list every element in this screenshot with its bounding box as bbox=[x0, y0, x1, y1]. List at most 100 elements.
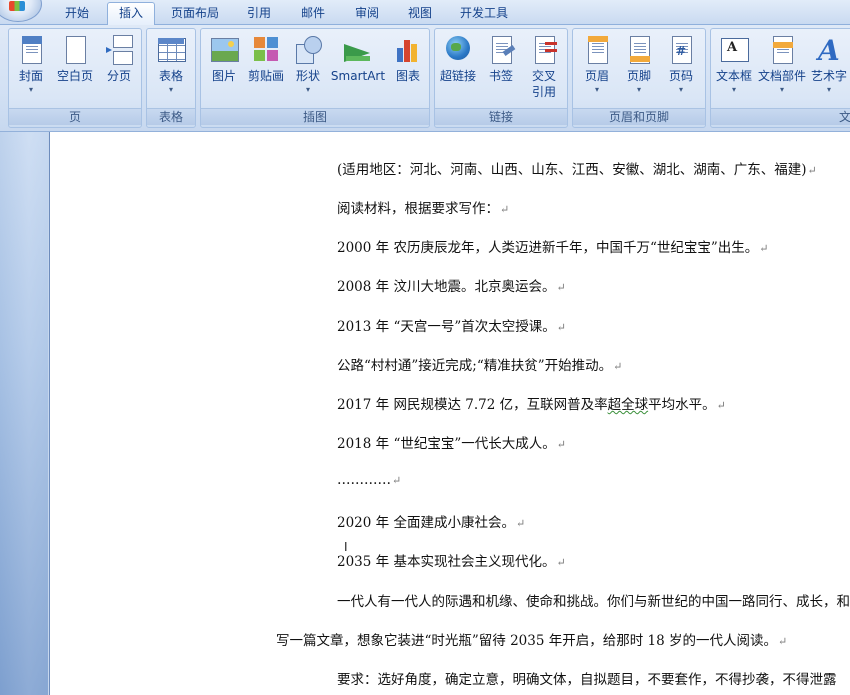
quick-parts-button[interactable]: 文档部件 ▾ bbox=[757, 31, 807, 109]
document-line: 阅读材料，根据要求写作：↵ bbox=[337, 201, 510, 217]
paragraph-mark-icon: ↵ bbox=[759, 242, 769, 255]
chevron-down-icon: ▾ bbox=[28, 85, 33, 94]
cover-page-icon bbox=[15, 34, 47, 66]
ribbon-tab-bar: 开始 插入 页面布局 引用 邮件 审阅 视图 开发工具 bbox=[0, 0, 850, 26]
bookmark-label: 书签 bbox=[488, 69, 513, 83]
ribbon: 封面 ▾ 空白页 分页 页 表格 ▾ 表格 图片 剪贴画 形状 ▾ SmartA… bbox=[0, 25, 850, 132]
tab-mailings[interactable]: 邮件 bbox=[290, 3, 336, 24]
picture-label: 图片 bbox=[211, 69, 236, 83]
text-box-label: 文本框 bbox=[715, 69, 752, 83]
hyperlink-label: 超链接 bbox=[439, 69, 476, 83]
tab-developer[interactable]: 开发工具 bbox=[450, 3, 518, 24]
tab-review[interactable]: 审阅 bbox=[344, 3, 390, 24]
chart-icon bbox=[392, 34, 424, 66]
paragraph-mark-icon: ↵ bbox=[556, 438, 566, 451]
paragraph-mark-icon: ↵ bbox=[556, 321, 566, 334]
paragraph-mark-icon: ↵ bbox=[500, 203, 510, 216]
smartart-label: SmartArt bbox=[330, 69, 386, 83]
document-line: 写一篇文章，想象它装进“时光瓶”留待 2035 年开启，给那时 18 岁的一代人… bbox=[276, 633, 788, 649]
document-line: 2000 年 农历庚辰龙年，人类迈进新千年，中国千万“世纪宝宝”出生。↵ bbox=[337, 240, 769, 256]
document-line: 2020 年 全面建成小康社会。↵ bbox=[337, 515, 526, 531]
blank-page-icon bbox=[59, 34, 91, 66]
document-page[interactable]: (适用地区：河北、河南、山西、山东、江西、安徽、湖北、湖南、广东、福建)↵ 阅读… bbox=[49, 132, 850, 695]
page-number-icon: # bbox=[665, 34, 697, 66]
page-break-icon bbox=[103, 34, 135, 66]
blank-page-label: 空白页 bbox=[56, 69, 93, 83]
cross-reference-button[interactable]: 交叉 引用 bbox=[523, 31, 565, 109]
page-break-button[interactable]: 分页 bbox=[99, 31, 139, 109]
paragraph-mark-icon: ↵ bbox=[392, 474, 402, 487]
paragraph-mark-icon: ↵ bbox=[807, 164, 817, 177]
page-number-label: 页码 bbox=[668, 69, 693, 83]
wordart-button[interactable]: A 艺术字 ▾ bbox=[809, 31, 849, 109]
document-line: 要求：选好角度，确定立意，明确文体，自拟题目，不要套作，不得抄袭，不得泄露 bbox=[337, 672, 837, 688]
office-logo-icon bbox=[9, 1, 25, 11]
smartart-icon bbox=[342, 34, 374, 66]
bookmark-button[interactable]: 书签 bbox=[481, 31, 521, 109]
table-icon bbox=[155, 34, 187, 66]
cover-page-label: 封面 bbox=[18, 69, 43, 83]
chart-button[interactable]: 图表 bbox=[389, 31, 427, 109]
chevron-down-icon: ▾ bbox=[594, 85, 599, 94]
paragraph-mark-icon: ↵ bbox=[716, 399, 726, 412]
group-label-links: 链接 bbox=[435, 108, 567, 125]
table-button[interactable]: 表格 ▾ bbox=[151, 31, 191, 109]
office-button[interactable] bbox=[0, 0, 42, 22]
clip-art-button[interactable]: 剪贴画 bbox=[245, 31, 287, 109]
text-cursor-icon: I bbox=[344, 540, 348, 554]
footer-label: 页脚 bbox=[626, 69, 651, 83]
text-box-button[interactable]: A 文本框 ▾ bbox=[713, 31, 755, 109]
footer-button[interactable]: 页脚 ▾ bbox=[619, 31, 659, 109]
ribbon-group-header-footer: 页眉 ▾ 页脚 ▾ # 页码 ▾ 页眉和页脚 bbox=[572, 28, 706, 128]
left-margin-pane bbox=[0, 132, 48, 695]
group-label-text: 文 bbox=[711, 108, 850, 125]
document-line: …………↵ bbox=[337, 472, 402, 488]
globe-icon bbox=[442, 34, 474, 66]
chevron-down-icon: ▾ bbox=[168, 85, 173, 94]
group-label-header-footer: 页眉和页脚 bbox=[573, 108, 705, 125]
document-line: 2013 年 “天宫一号”首次太空授课。↵ bbox=[337, 319, 566, 335]
tab-home[interactable]: 开始 bbox=[52, 3, 102, 24]
chevron-down-icon: ▾ bbox=[779, 85, 784, 94]
document-line: 2018 年 “世纪宝宝”一代长大成人。↵ bbox=[337, 436, 566, 452]
chevron-down-icon: ▾ bbox=[731, 85, 736, 94]
tab-insert[interactable]: 插入 bbox=[107, 2, 155, 26]
tab-page-layout[interactable]: 页面布局 bbox=[162, 3, 228, 24]
ribbon-group-links: 超链接 书签 交叉 引用 链接 bbox=[434, 28, 568, 128]
blank-page-button[interactable]: 空白页 bbox=[55, 31, 95, 109]
tab-references[interactable]: 引用 bbox=[236, 3, 282, 24]
document-line: 2008 年 汶川大地震。北京奥运会。↵ bbox=[337, 279, 566, 295]
document-line: 2035 年 基本实现社会主义现代化。↵ bbox=[337, 554, 566, 570]
header-icon bbox=[581, 34, 613, 66]
group-label-pages: 页 bbox=[9, 108, 141, 125]
ribbon-group-text: A 文本框 ▾ 文档部件 ▾ A 艺术字 ▾ 文 bbox=[710, 28, 850, 128]
header-button[interactable]: 页眉 ▾ bbox=[577, 31, 617, 109]
page-break-label: 分页 bbox=[106, 69, 131, 83]
paragraph-mark-icon: ↵ bbox=[556, 556, 566, 569]
shapes-button[interactable]: 形状 ▾ bbox=[289, 31, 327, 109]
table-label: 表格 bbox=[158, 69, 183, 83]
quick-parts-label: 文档部件 bbox=[757, 69, 806, 83]
bookmark-icon bbox=[485, 34, 517, 66]
group-label-illustrations: 插图 bbox=[201, 108, 429, 125]
ribbon-group-pages: 封面 ▾ 空白页 分页 页 bbox=[8, 28, 142, 128]
paragraph-mark-icon: ↵ bbox=[778, 635, 788, 648]
picture-button[interactable]: 图片 bbox=[205, 31, 243, 109]
header-label: 页眉 bbox=[584, 69, 609, 83]
chevron-down-icon: ▾ bbox=[678, 85, 683, 94]
clip-art-icon bbox=[250, 34, 282, 66]
paragraph-mark-icon: ↵ bbox=[515, 517, 526, 530]
document-line: 公路“村村通”接近完成;“精准扶贫”开始推动。↵ bbox=[337, 358, 623, 374]
hyperlink-button[interactable]: 超链接 bbox=[437, 31, 479, 109]
cover-page-button[interactable]: 封面 ▾ bbox=[11, 31, 51, 109]
paragraph-mark-icon: ↵ bbox=[556, 281, 566, 294]
cross-reference-label-line2: 引用 bbox=[531, 85, 556, 99]
paragraph-mark-icon: ↵ bbox=[613, 360, 623, 373]
shapes-label: 形状 bbox=[295, 69, 320, 83]
page-number-button[interactable]: # 页码 ▾ bbox=[661, 31, 701, 109]
smartart-button[interactable]: SmartArt bbox=[329, 31, 387, 109]
group-label-tables: 表格 bbox=[147, 108, 195, 125]
cross-reference-label-line1: 交叉 bbox=[531, 69, 556, 83]
tab-view[interactable]: 视图 bbox=[397, 3, 443, 24]
chevron-down-icon: ▾ bbox=[826, 85, 831, 94]
